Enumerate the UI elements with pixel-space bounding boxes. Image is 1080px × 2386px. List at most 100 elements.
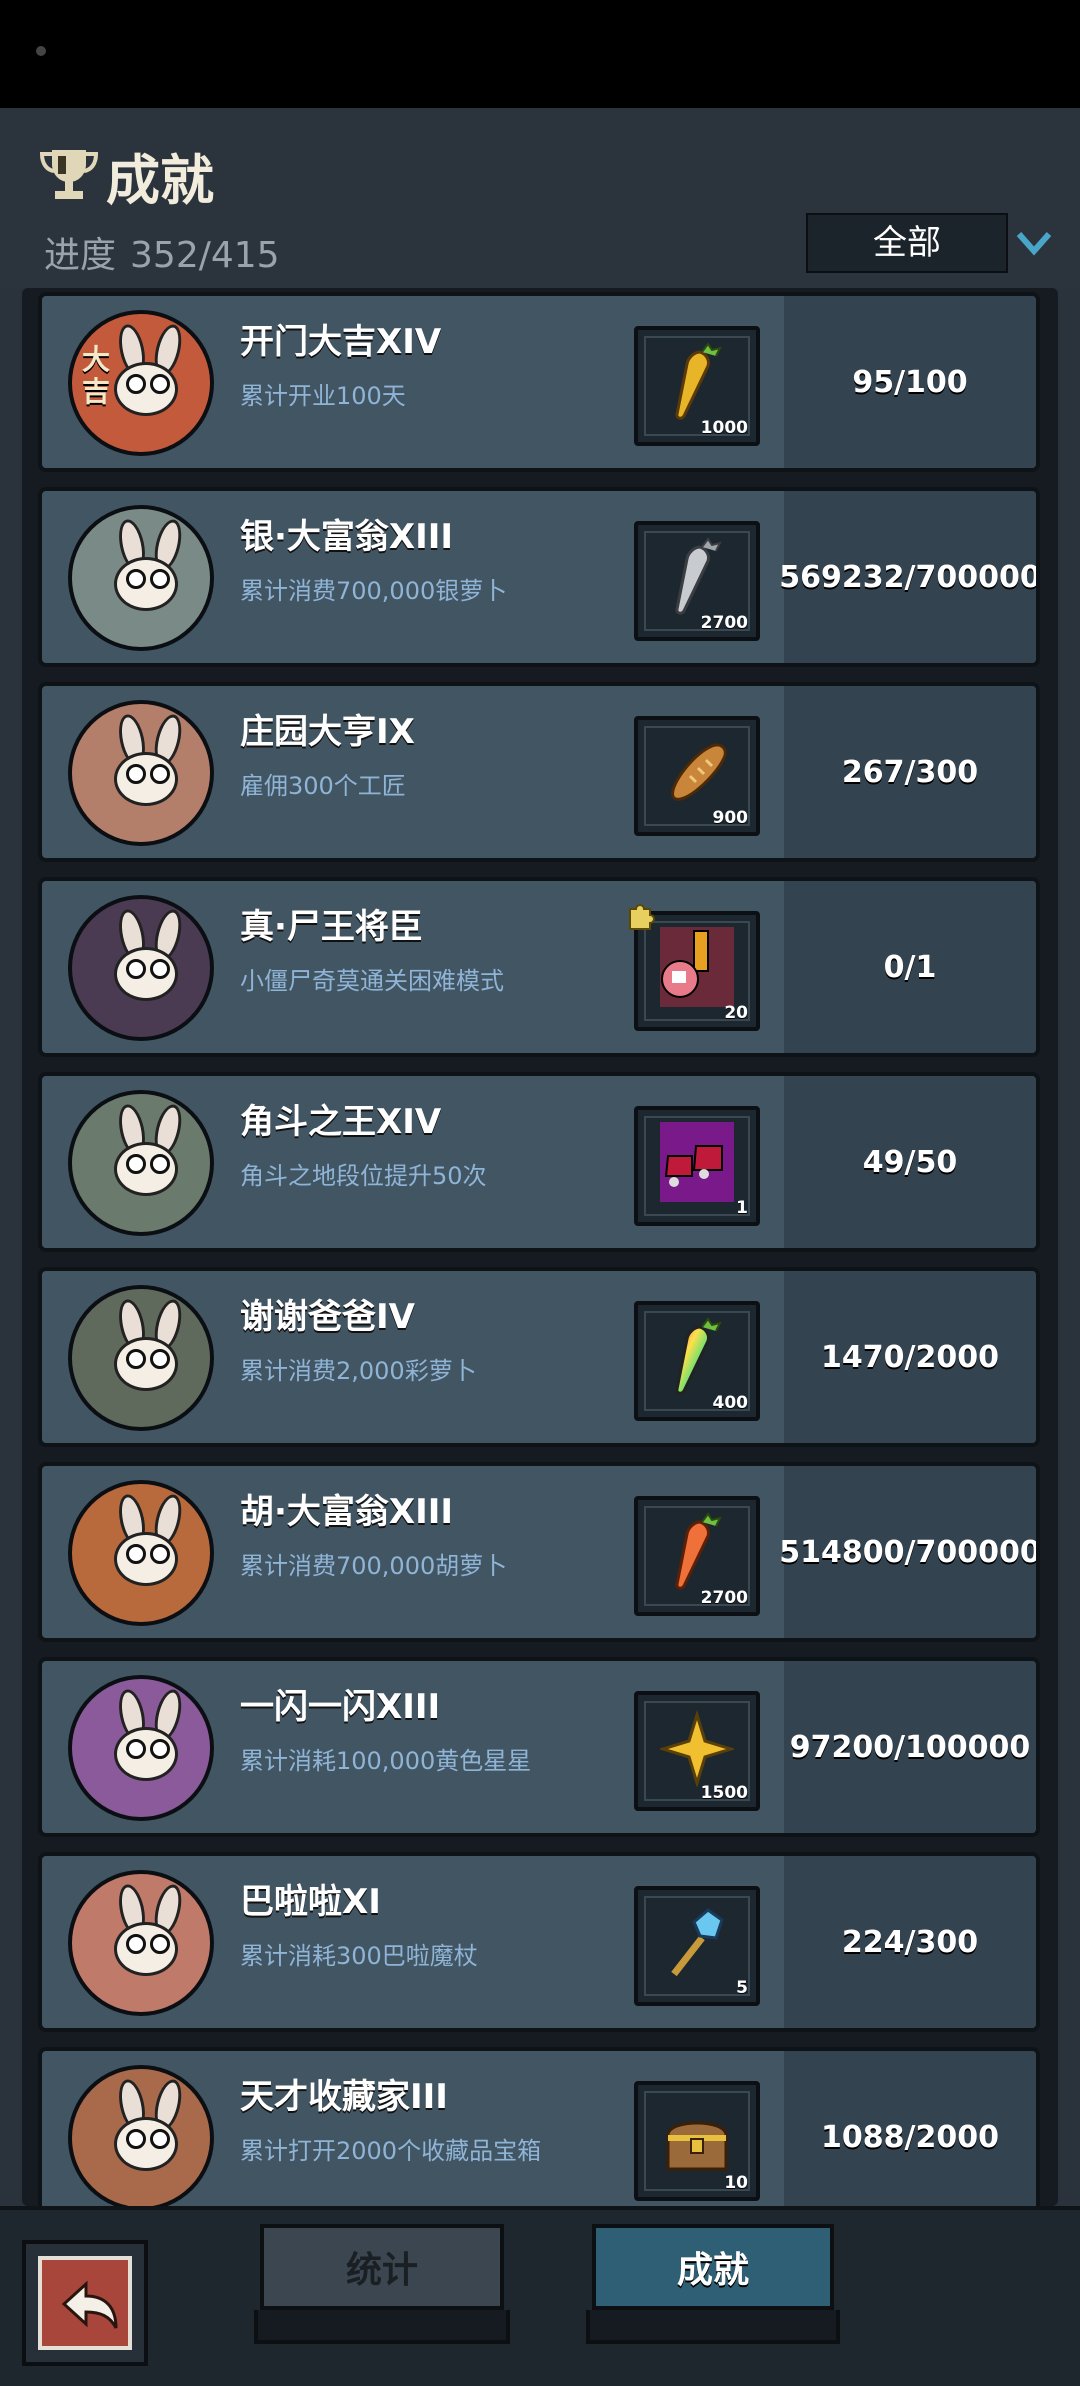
bread-icon — [671, 743, 727, 801]
status-dot — [36, 46, 46, 56]
reward-slot[interactable]: 1 — [634, 1106, 760, 1226]
achievement-avatar — [68, 505, 214, 651]
achievement-desc: 累计打开2000个收藏品宝箱 — [240, 2137, 542, 2165]
achievement-avatar — [68, 895, 214, 1041]
achievement-name: 谢谢爸爸IV — [240, 1297, 415, 1337]
page-title: 成就 — [106, 149, 214, 212]
achievement-progress: 267/300 — [841, 754, 979, 790]
reward-slot[interactable]: 2700 — [634, 1496, 760, 1616]
star-icon — [660, 1709, 734, 1787]
reward-quantity: 400 — [712, 1393, 749, 1413]
achievement-avatar: 大吉 — [68, 310, 214, 456]
achievement-desc: 累计开业100天 — [240, 382, 406, 410]
achievement-card[interactable]: 胡·大富翁XIII 累计消费700,000胡萝卜 2700 514800/700000 — [38, 1462, 1040, 1642]
reward-slot[interactable]: 10 — [634, 2081, 760, 2201]
achievement-name: 真·尸王将臣 — [240, 907, 423, 947]
zombie-portrait-icon — [660, 927, 734, 1007]
trophy-icon — [39, 150, 99, 199]
treasure-chest-icon — [666, 2121, 728, 2171]
achievement-name: 巴啦啦XI — [240, 1882, 381, 1922]
achievement-card[interactable]: 真·尸王将臣小僵尸奇莫通关困难模式 20 0/1 — [38, 877, 1040, 1057]
achievement-card[interactable]: 天才收藏家III 累计打开2000个收藏品宝箱 10 1088/2000 — [38, 2047, 1040, 2206]
achievement-name: 一闪一闪XIII — [240, 1687, 441, 1727]
reward-quantity: 2700 — [700, 613, 748, 633]
achievement-card[interactable]: 庄园大亨IX 雇佣300个工匠 900 267/300 — [38, 682, 1040, 862]
back-button[interactable] — [22, 2240, 148, 2366]
achievement-progress: 95/100 — [852, 364, 968, 400]
reward-slot[interactable]: 2700 — [634, 521, 760, 641]
achievement-progress: 97200/100000 — [789, 1729, 1031, 1765]
progress-value: 352/415 — [130, 235, 280, 276]
achievement-progress: 1470/2000 — [821, 1339, 999, 1375]
achievement-progress: 49/50 — [862, 1144, 958, 1180]
reward-slot[interactable]: 400 — [634, 1301, 760, 1421]
achievement-progress: 569232/700000 — [779, 559, 1040, 595]
boots-icon — [660, 1122, 734, 1202]
puzzle-piece-icon — [629, 904, 655, 930]
achievement-card[interactable]: 一闪一闪XIII 累计消耗100,000黄色星星 1500 97200/100000 — [38, 1657, 1040, 1837]
achievement-avatar — [68, 1480, 214, 1626]
reward-quantity: 10 — [724, 2173, 748, 2193]
reward-quantity: 2700 — [700, 1588, 748, 1608]
reward-slot[interactable]: 1500 — [634, 1691, 760, 1811]
reward-slot[interactable]: 1000 — [634, 326, 760, 446]
achievement-name: 天才收藏家III — [240, 2077, 448, 2117]
achievement-progress: 0/1 — [883, 949, 937, 985]
achievement-progress: 514800/700000 — [779, 1534, 1040, 1570]
achievement-desc: 累计消费700,000胡萝卜 — [240, 1552, 508, 1580]
achievement-name: 庄园大亨IX — [240, 712, 415, 752]
filter-dropdown[interactable]: 全部 — [806, 213, 1008, 273]
achievement-progress: 224/300 — [841, 1924, 979, 1960]
carrot-icon — [675, 1512, 722, 1590]
reward-slot[interactable]: 900 — [634, 716, 760, 836]
achievement-card[interactable]: 巴啦啦XI 累计消耗300巴啦魔杖 5 224/300 — [38, 1852, 1040, 2032]
achievement-desc: 累计消费2,000彩萝卜 — [240, 1357, 477, 1385]
reward-quantity: 20 — [724, 1003, 748, 1023]
achievement-desc: 累计消耗100,000黄色星星 — [240, 1747, 532, 1775]
achievement-avatar — [68, 1675, 214, 1821]
achievement-avatar — [68, 1285, 214, 1431]
rainbow-carrot-icon — [675, 1317, 722, 1395]
achievement-avatar — [68, 1870, 214, 2016]
achievement-name: 开门大吉XIV — [240, 322, 442, 362]
achievement-card[interactable]: 大吉 开门大吉XIV 累计开业100天 1000 95/100 — [38, 292, 1040, 472]
achievement-progress: 1088/2000 — [821, 2119, 999, 2155]
tab-achievements[interactable]: 成就 — [592, 2224, 834, 2310]
achievement-list[interactable]: 大吉 开门大吉XIV 累计开业100天 1000 95/100 银·大富翁XIII 累计消费… — [22, 288, 1058, 2206]
avatar-badge-text: 大吉 — [82, 343, 111, 408]
achievement-name: 银·大富翁XIII — [240, 517, 454, 557]
reward-quantity: 5 — [736, 1978, 748, 1998]
tab-stats[interactable]: 统计 — [260, 2224, 504, 2310]
reward-quantity: 1 — [736, 1198, 748, 1218]
achievement-card[interactable]: 银·大富翁XIII 累计消费700,000银萝卜 2700 569232/700000 — [38, 487, 1040, 667]
reward-quantity: 900 — [712, 808, 749, 828]
magic-wand-icon — [671, 1908, 724, 1977]
chevron-down-icon[interactable] — [1016, 230, 1052, 258]
achievement-card[interactable]: 角斗之王XIV 角斗之地段位提升50次 1 49/50 — [38, 1072, 1040, 1252]
achievement-avatar — [68, 2065, 214, 2206]
bottom-bar: 统计 成就 — [0, 2206, 1080, 2386]
tab-achievements-base — [586, 2310, 840, 2344]
achievement-desc: 雇佣300个工匠 — [240, 772, 406, 800]
header: 成就 进度 352/415 全部 — [0, 108, 1080, 288]
achievement-name: 胡·大富翁XIII — [240, 1492, 454, 1532]
progress-text: 进度 352/415 — [44, 226, 280, 278]
status-bar — [0, 0, 1080, 108]
back-button-plate — [38, 2256, 132, 2350]
reward-quantity: 1500 — [700, 1783, 748, 1803]
progress-label: 进度 — [44, 235, 117, 276]
reward-slot[interactable]: 5 — [634, 1886, 760, 2006]
golden-carrot-icon — [675, 342, 722, 420]
achievement-desc: 累计消耗300巴啦魔杖 — [240, 1942, 478, 1970]
achievement-desc: 累计消费700,000银萝卜 — [240, 577, 508, 605]
achievement-card[interactable]: 谢谢爸爸IV 累计消费2,000彩萝卜 400 1470/2000 — [38, 1267, 1040, 1447]
achievement-name: 角斗之王XIV — [240, 1102, 442, 1142]
achievement-desc: 角斗之地段位提升50次 — [240, 1162, 487, 1190]
achievement-avatar — [68, 1090, 214, 1236]
achievement-avatar — [68, 700, 214, 846]
achievement-desc: 小僵尸奇莫通关困难模式 — [240, 967, 504, 995]
back-arrow-icon — [61, 2280, 118, 2329]
silver-carrot-icon — [675, 537, 722, 615]
reward-quantity: 1000 — [700, 418, 748, 438]
tab-stats-base — [254, 2310, 510, 2344]
